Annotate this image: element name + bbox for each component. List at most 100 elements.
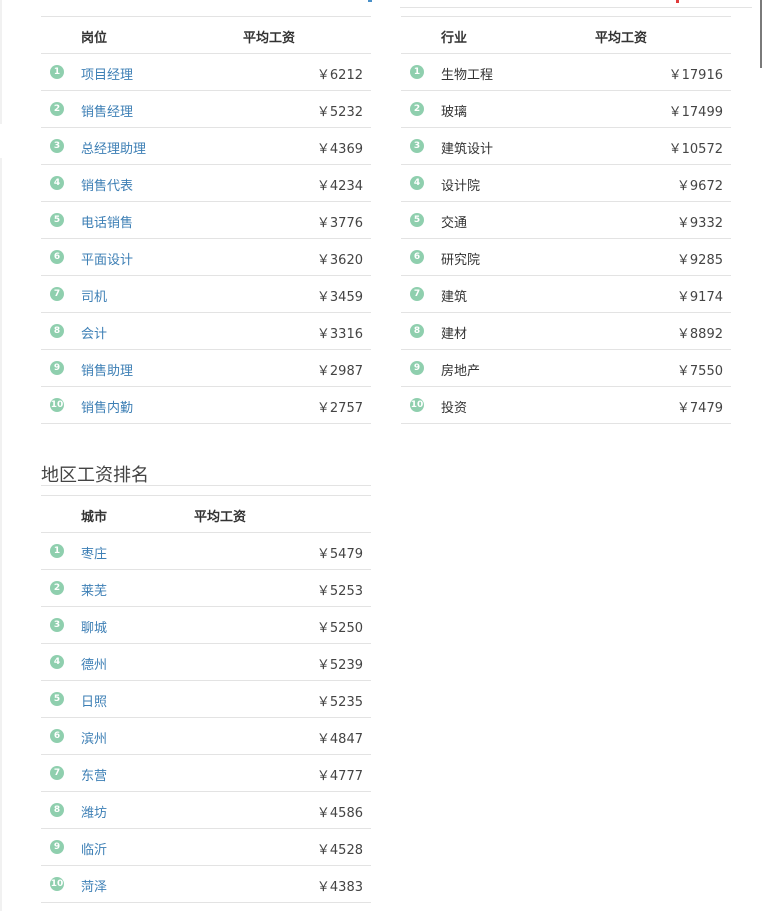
row-salary: ￥2987: [316, 364, 363, 379]
row-salary: ￥9174: [676, 290, 723, 305]
city-column-header: 城市: [81, 510, 108, 525]
position-table-body: 1 项目经理 ￥6212 2 销售经理 ￥5232 3 总经理助理 ￥4369 4 销售代表 ￥423…: [41, 54, 371, 424]
row-name-link[interactable]: 莱芜: [81, 580, 107, 599]
row-name-link[interactable]: 菏泽: [81, 876, 107, 895]
row-salary: ￥3316: [316, 327, 363, 342]
table-row: 10 菏泽 ￥4383: [41, 866, 371, 903]
rank-badge: 10: [410, 398, 424, 412]
table-row: 3 聊城 ￥5250: [41, 607, 371, 644]
row-name-link[interactable]: 潍坊: [81, 802, 107, 821]
row-name: 生物工程: [441, 68, 494, 83]
region-salary-table: 城市 平均工资 1 枣庄 ￥5479 2 莱芜 ￥5253 3 聊城 ￥5250 4 德州 ￥5239…: [41, 495, 371, 903]
row-salary: ￥7479: [676, 401, 723, 416]
rank-badge: 7: [50, 766, 64, 780]
row-name-link[interactable]: 销售内勤: [81, 397, 133, 416]
row-name-link[interactable]: 平面设计: [81, 249, 133, 268]
row-name-link[interactable]: 销售助理: [81, 360, 133, 379]
rank-badge: 7: [410, 287, 424, 301]
position-salary-table: 岗位 平均工资 1 项目经理 ￥6212 2 销售经理 ￥5232 3 总经理助理 ￥4369 4…: [41, 16, 371, 424]
industry-table-header: 行业 平均工资: [401, 16, 731, 54]
salary-column-header: 平均工资: [595, 31, 648, 46]
row-salary: ￥5239: [316, 658, 363, 673]
row-salary: ￥5253: [316, 584, 363, 599]
row-name-link[interactable]: 枣庄: [81, 543, 107, 562]
table-row: 6 滨州 ￥4847: [41, 718, 371, 755]
rank-badge: 1: [50, 65, 64, 79]
table-row: 3 总经理助理 ￥4369: [41, 128, 371, 165]
table-row: 4 德州 ￥5239: [41, 644, 371, 681]
row-salary: ￥9672: [676, 179, 723, 194]
row-name-link[interactable]: 司机: [81, 286, 107, 305]
table-row: 4 销售代表 ￥4234: [41, 165, 371, 202]
row-name-link[interactable]: 项目经理: [81, 64, 133, 83]
table-row: 6 研究院 ￥9285: [401, 239, 731, 276]
table-row: 8 建材 ￥8892: [401, 313, 731, 350]
row-name-link[interactable]: 会计: [81, 323, 107, 342]
row-salary: ￥4528: [316, 843, 363, 858]
row-name-link[interactable]: 日照: [81, 691, 107, 710]
table-row: 7 东营 ￥4777: [41, 755, 371, 792]
rank-badge: 5: [410, 213, 424, 227]
row-name-link[interactable]: 销售代表: [81, 175, 133, 194]
rank-badge: 10: [50, 398, 64, 412]
region-section-title: 地区工资排名: [41, 465, 149, 486]
row-name: 交通: [441, 216, 468, 231]
row-salary: ￥3776: [316, 216, 363, 231]
row-salary: ￥17916: [668, 68, 723, 83]
top-accent-mark-red: [676, 0, 679, 3]
row-name-link[interactable]: 临沂: [81, 839, 107, 858]
rank-badge: 9: [50, 361, 64, 375]
row-name-link[interactable]: 东营: [81, 765, 107, 784]
row-salary: ￥7550: [676, 364, 723, 379]
row-name: 建材: [441, 327, 468, 342]
table-row: 3 建筑设计 ￥10572: [401, 128, 731, 165]
scrollbar[interactable]: [760, 0, 762, 68]
row-salary: ￥4847: [316, 732, 363, 747]
rank-badge: 8: [50, 324, 64, 338]
table-row: 5 电话销售 ￥3776: [41, 202, 371, 239]
table-row: 7 司机 ￥3459: [41, 276, 371, 313]
rank-badge: 2: [50, 581, 64, 595]
row-name: 玻璃: [441, 105, 468, 120]
row-name-link[interactable]: 总经理助理: [81, 138, 146, 157]
rank-badge: 4: [410, 176, 424, 190]
industry-table-body: 1 生物工程 ￥17916 2 玻璃 ￥17499 3 建筑设计 ￥10572 4 设计院 ￥9672…: [401, 54, 731, 424]
position-column-header: 岗位: [81, 31, 108, 46]
row-salary: ￥8892: [676, 327, 723, 342]
row-salary: ￥5250: [316, 621, 363, 636]
row-salary: ￥2757: [316, 401, 363, 416]
row-name-link[interactable]: 德州: [81, 654, 107, 673]
row-salary: ￥4234: [316, 179, 363, 194]
row-salary: ￥5479: [316, 547, 363, 562]
industry-column-header: 行业: [441, 31, 468, 46]
rank-badge: 4: [50, 176, 64, 190]
table-row: 1 枣庄 ￥5479: [41, 533, 371, 570]
row-name: 建筑: [441, 290, 468, 305]
row-name-link[interactable]: 聊城: [81, 617, 107, 636]
row-salary: ￥5235: [316, 695, 363, 710]
row-salary: ￥3459: [316, 290, 363, 305]
rank-badge: 3: [50, 139, 64, 153]
rank-badge: 6: [50, 729, 64, 743]
top-divider: [400, 7, 752, 8]
rank-badge: 2: [50, 102, 64, 116]
row-name: 投资: [441, 401, 468, 416]
row-salary: ￥10572: [668, 142, 723, 157]
rank-badge: 5: [50, 692, 64, 706]
rank-badge: 8: [50, 803, 64, 817]
top-accent-mark: [368, 0, 372, 2]
row-salary: ￥17499: [668, 105, 723, 120]
region-title-underline: [41, 485, 371, 486]
table-row: 6 平面设计 ￥3620: [41, 239, 371, 276]
page-left-edge-gap: [0, 124, 2, 158]
row-name-link[interactable]: 滨州: [81, 728, 107, 747]
rank-badge: 8: [410, 324, 424, 338]
table-row: 10 投资 ￥7479: [401, 387, 731, 424]
rank-badge: 4: [50, 655, 64, 669]
row-name-link[interactable]: 电话销售: [81, 212, 133, 231]
salary-ranking-page: 岗位 平均工资 1 项目经理 ￥6212 2 销售经理 ￥5232 3 总经理助理 ￥4369 4…: [0, 0, 763, 911]
table-row: 5 日照 ￥5235: [41, 681, 371, 718]
table-row: 9 销售助理 ￥2987: [41, 350, 371, 387]
row-name-link[interactable]: 销售经理: [81, 101, 133, 120]
row-salary: ￥9332: [676, 216, 723, 231]
